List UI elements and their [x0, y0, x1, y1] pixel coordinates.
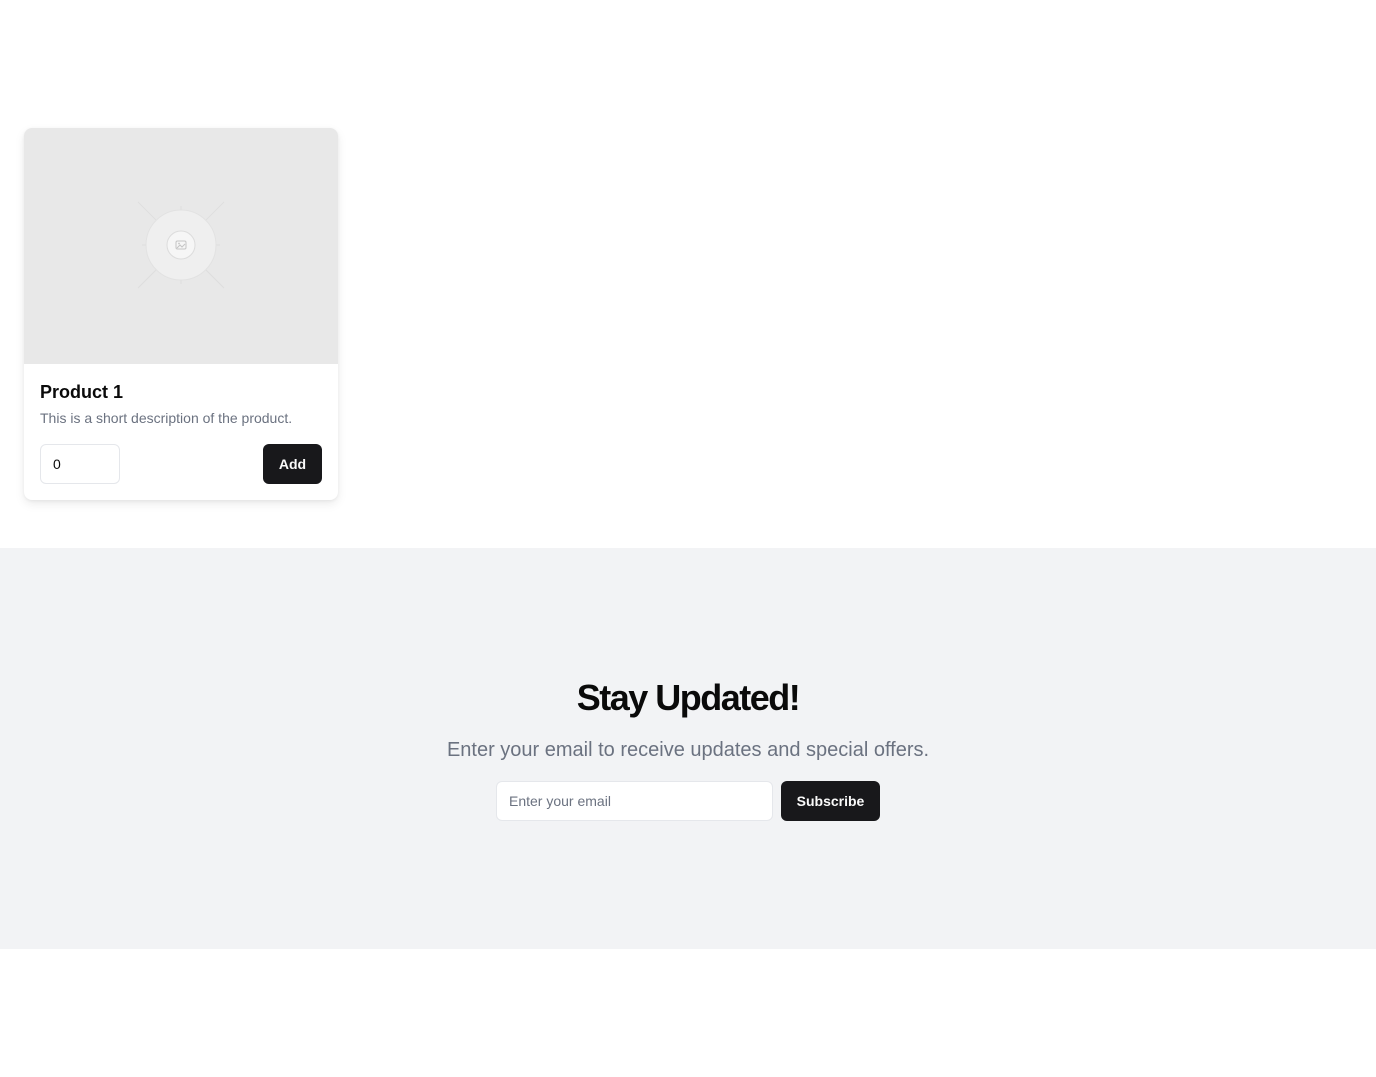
product-image: [24, 128, 338, 364]
email-input[interactable]: [496, 781, 773, 821]
quantity-input[interactable]: [40, 444, 120, 484]
newsletter-section: Stay Updated! Enter your email to receiv…: [0, 548, 1376, 949]
product-card: Product 1 This is a short description of…: [24, 128, 338, 500]
product-description: This is a short description of the produ…: [40, 410, 293, 426]
add-to-cart-button[interactable]: Add: [263, 444, 322, 484]
image-placeholder-icon: [137, 201, 225, 289]
newsletter-title: Stay Updated!: [576, 677, 801, 718]
subscribe-button[interactable]: Subscribe: [781, 781, 880, 821]
product-section: Product 1 This is a short description of…: [0, 0, 1376, 548]
newsletter-subtitle: Enter your email to receive updates and …: [446, 739, 930, 761]
product-card-body: Product 1 This is a short description of…: [40, 380, 322, 428]
page: Product 1 This is a short description of…: [0, 0, 1376, 1077]
product-title: Product 1: [40, 382, 124, 402]
